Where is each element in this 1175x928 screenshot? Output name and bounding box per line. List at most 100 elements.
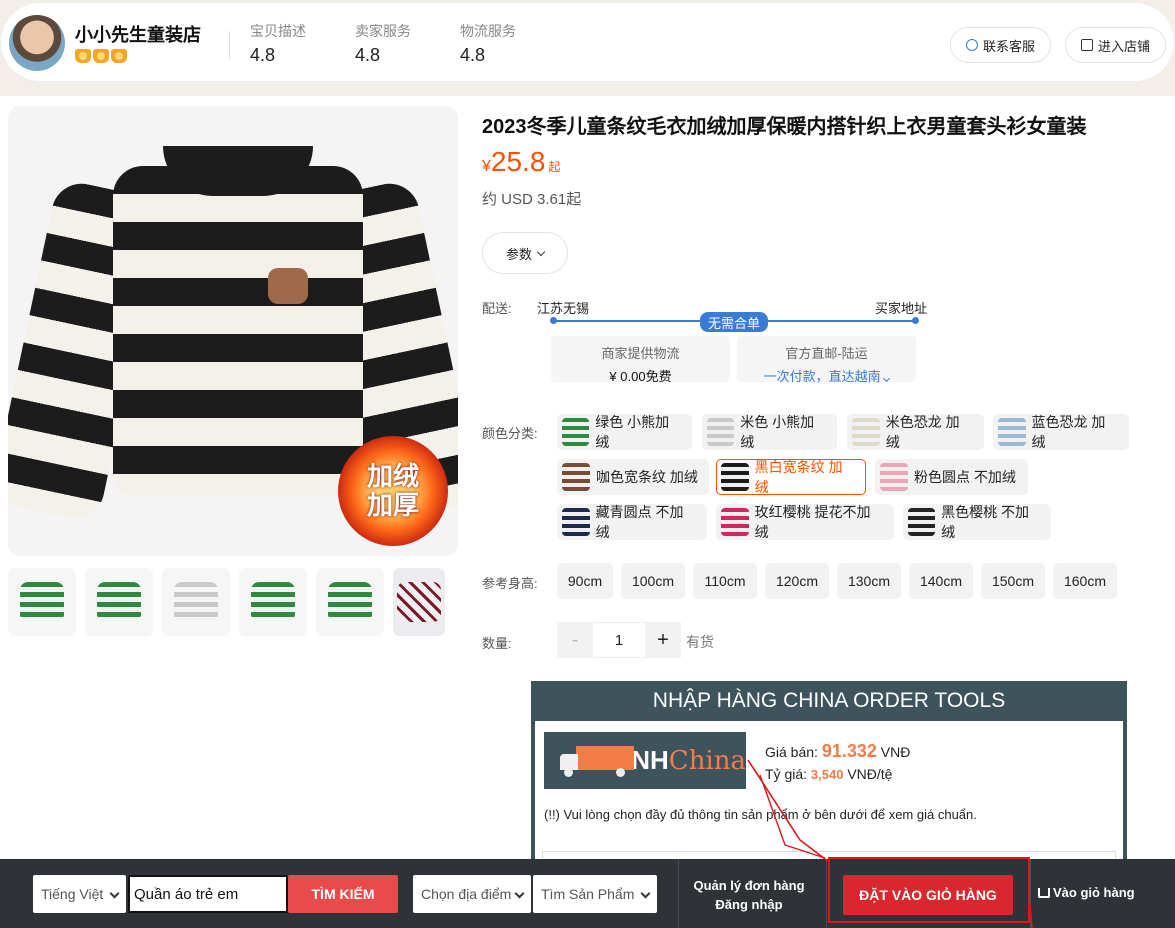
crown-icon <box>93 49 109 63</box>
shipping-label: 配送: <box>482 301 512 316</box>
logo-china: China <box>668 746 746 776</box>
color-swatch-image <box>562 463 590 491</box>
color-swatch-image <box>721 463 749 491</box>
language-value: Tiếng Việt <box>41 886 104 902</box>
color-option[interactable]: 蓝色恐龙 加绒 <box>993 414 1129 450</box>
thumbnail[interactable] <box>162 568 230 636</box>
truck-box <box>576 745 634 770</box>
color-option[interactable]: 米色恐龙 加绒 <box>847 414 984 450</box>
size-option[interactable]: 120cm <box>765 563 829 599</box>
shipping-option-merchant[interactable]: 商家提供物流 ¥ 0.00免费 <box>551 336 730 384</box>
params-button[interactable]: 参数 <box>482 232 568 274</box>
size-option[interactable]: 150cm <box>981 563 1045 599</box>
chevron-down-icon <box>640 888 651 899</box>
color-option[interactable]: 绿色 小熊加绒 <box>557 414 692 450</box>
size-label: 参考身高: <box>482 576 538 591</box>
truck-wheel <box>616 767 625 777</box>
login-link[interactable]: Đăng nhập <box>672 895 826 914</box>
product-type-value: Tìm Sản Phẩm <box>541 886 635 902</box>
location-select[interactable]: Chọn địa điểm <box>413 875 531 913</box>
thumbnail[interactable] <box>8 568 76 636</box>
thumbnail[interactable] <box>393 568 445 636</box>
color-swatch-image <box>721 508 749 536</box>
quantity-decrease-button[interactable]: - <box>557 622 593 658</box>
no-consolidation-tag: 无需合单 <box>700 312 768 332</box>
color-option-label: 藏青圆点 不加绒 <box>595 504 684 540</box>
color-swatch-image <box>852 418 880 446</box>
color-option[interactable]: 米色 小熊加绒 <box>702 414 837 450</box>
header-divider <box>229 31 230 59</box>
quantity-input[interactable]: 1 <box>593 622 645 658</box>
color-option-label: 咖色宽条纹 加绒 <box>596 469 698 485</box>
go-to-cart-link[interactable]: Vào giỏ hàng <box>1038 885 1135 900</box>
badge-line-1: 加绒 <box>366 461 419 492</box>
divider <box>826 859 827 928</box>
thumbnail-image <box>397 582 441 622</box>
rating-value: 4.8 <box>460 45 486 65</box>
rating-value: 4.8 <box>355 45 381 65</box>
exchange-rate-label: Tỷ giá: <box>765 766 808 782</box>
chevron-down-icon <box>536 247 546 256</box>
enter-store-button[interactable]: 进入店铺 <box>1065 27 1166 63</box>
language-select[interactable]: Tiếng Việt <box>33 875 126 913</box>
search-button[interactable]: TÌM KIẾM <box>288 875 398 913</box>
shipping-option-title: 官方直邮-陆运 <box>785 346 868 361</box>
truck-wheel <box>564 767 573 777</box>
order-management-link[interactable]: Quản lý đơn hàng <box>672 876 826 895</box>
color-option-label: 粉色圆点 不加绒 <box>914 469 1016 485</box>
quantity-label: 数量: <box>482 636 512 651</box>
contact-service-button[interactable]: 联系客服 <box>950 27 1051 63</box>
shop-avatar[interactable] <box>9 15 65 71</box>
color-option[interactable]: 黑白宽条纹 加绒 <box>716 459 866 495</box>
price-currency: ¥ <box>482 158 491 175</box>
logo-text: NHChina <box>631 745 746 776</box>
price-note: (!!) Vui lòng chọn đầy đủ thông tin sản … <box>544 807 977 822</box>
bear-patch-icon <box>268 268 308 304</box>
exchange-rate-value: 3,540 <box>810 767 844 782</box>
color-option[interactable]: 粉色圆点 不加绒 <box>875 459 1028 495</box>
add-to-cart-button[interactable]: ĐẶT VÀO GIỎ HÀNG <box>843 875 1013 915</box>
account-links: Quản lý đơn hàng Đăng nhập <box>672 876 826 914</box>
exchange-rate: Tỷ giá: 3,540 VNĐ/tệ <box>765 766 892 782</box>
color-option-label: 米色恐龙 加绒 <box>885 414 960 450</box>
rating-label: 物流服务 <box>460 23 516 39</box>
product-type-select[interactable]: Tìm Sản Phẩm <box>533 875 657 913</box>
route-start-dot <box>550 317 557 324</box>
quantity-increase-button[interactable]: + <box>645 622 681 658</box>
color-option-label: 黑色樱桃 不加绒 <box>941 504 1030 540</box>
rating-label: 卖家服务 <box>355 23 411 39</box>
quantity-stepper: - 1 + <box>557 622 681 658</box>
color-option-label: 黑白宽条纹 加绒 <box>754 459 843 495</box>
crown-icon <box>75 49 91 63</box>
nhchina-logo: NHChina <box>544 732 746 789</box>
thumbnail[interactable] <box>316 568 384 636</box>
thumbnail-image <box>97 582 141 622</box>
ship-to[interactable]: 买家地址 <box>875 298 927 317</box>
size-option[interactable]: 130cm <box>837 563 901 599</box>
shipping-option-direct[interactable]: 官方直邮-陆运 一次付款，直达越南 <box>737 336 916 384</box>
color-option[interactable]: 咖色宽条纹 加绒 <box>557 459 709 495</box>
color-option-label: 蓝色恐龙 加绒 <box>1031 414 1106 450</box>
rating-description: 宝贝描述 4.8 <box>250 21 306 66</box>
color-option[interactable]: 玫红樱桃 提花不加绒 <box>716 504 894 540</box>
thumbnail[interactable] <box>239 568 307 636</box>
color-option[interactable]: 藏青圆点 不加绒 <box>557 504 707 540</box>
enter-store-label: 进入店铺 <box>1097 38 1150 54</box>
exchange-rate-unit: VNĐ/tệ <box>847 766 893 782</box>
size-option[interactable]: 140cm <box>909 563 973 599</box>
size-option[interactable]: 100cm <box>621 563 685 599</box>
shop-name[interactable]: 小小先生童装店 <box>75 21 201 47</box>
thumbnail[interactable] <box>85 568 153 636</box>
size-option[interactable]: 90cm <box>557 563 613 599</box>
usd-price: 约 USD 3.61起 <box>482 191 582 208</box>
divider <box>1030 859 1031 928</box>
size-option[interactable]: 160cm <box>1053 563 1117 599</box>
size-option[interactable]: 110cm <box>693 563 757 599</box>
product-main-image[interactable]: 加绒 加厚 <box>8 106 458 556</box>
thumbnail-image <box>174 582 218 622</box>
search-input[interactable]: Quần áo trẻ em <box>128 875 288 913</box>
order-tool-header: NHẬP HÀNG CHINA ORDER TOOLS <box>652 689 1006 712</box>
color-option[interactable]: 黑色樱桃 不加绒 <box>903 504 1051 540</box>
price-suffix: 起 <box>548 160 561 174</box>
cart-icon <box>1038 887 1050 898</box>
